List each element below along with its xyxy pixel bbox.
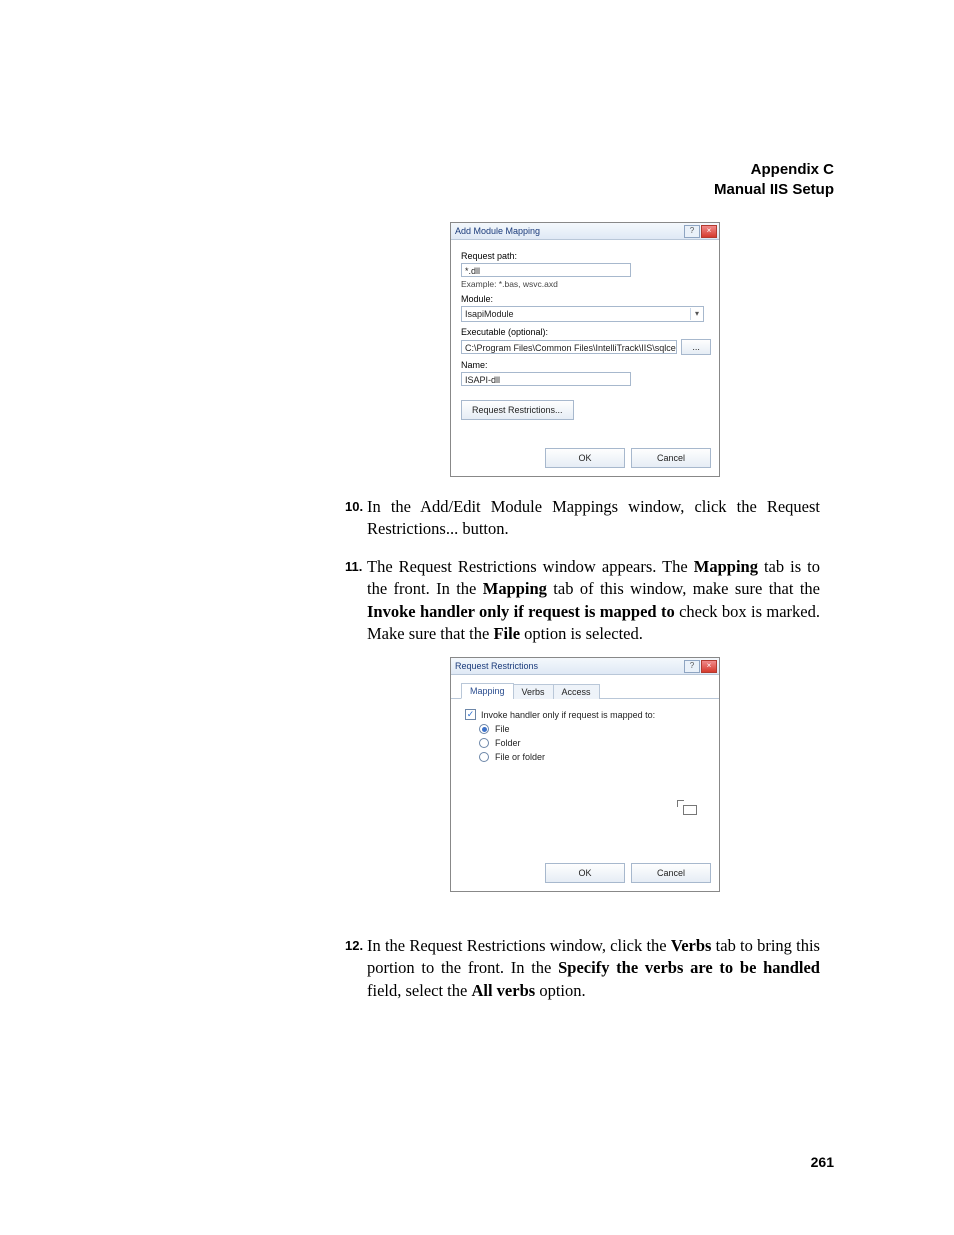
step-12-text: In the Request Restrictions window, clic… [340,935,820,1002]
invoke-handler-label: Invoke handler only if request is mapped… [481,710,655,720]
dialog-title: Request Restrictions [455,661,538,671]
request-path-label: Request path: [461,251,711,261]
step-11-text: The Request Restrictions window appears.… [340,556,820,645]
name-input[interactable]: ISAPI-dll [461,372,631,386]
radio-folder[interactable]: Folder [479,738,707,748]
module-label: Module: [461,294,711,304]
radio-file-or-folder[interactable]: File or folder [479,752,707,762]
page-header: Appendix C Manual IIS Setup [714,160,834,199]
checkbox-icon: ✓ [465,709,476,720]
radio-fileorfolder-label: File or folder [495,752,545,762]
invoke-handler-checkbox-row[interactable]: ✓ Invoke handler only if request is mapp… [465,709,707,720]
dialog-titlebar: Request Restrictions ? × [451,658,719,675]
tab-strip: Mapping Verbs Access [451,675,719,699]
dialog-title: Add Module Mapping [455,226,540,236]
radio-icon [479,752,489,762]
radio-folder-label: Folder [495,738,521,748]
dialog-titlebar: Add Module Mapping ? × [451,223,719,240]
browse-button[interactable]: ... [681,339,711,355]
header-line-2: Manual IIS Setup [714,180,834,200]
tab-verbs[interactable]: Verbs [513,684,554,699]
request-path-hint: Example: *.bas, wsvc.axd [461,279,711,289]
request-restrictions-dialog: Request Restrictions ? × Mapping Verbs A… [450,657,720,892]
module-select[interactable]: IsapiModule ▾ [461,306,704,322]
tab-access[interactable]: Access [553,684,600,699]
help-icon[interactable]: ? [684,660,700,673]
request-path-input[interactable]: *.dll [461,263,631,277]
page-number: 261 [811,1154,834,1170]
step-10-text: In the Add/Edit Module Mappings window, … [340,496,820,541]
executable-input[interactable]: C:\Program Files\Common Files\IntelliTra… [461,340,677,354]
add-module-mapping-dialog: Add Module Mapping ? × Request path: *.d… [450,222,720,477]
request-restrictions-button[interactable]: Request Restrictions... [461,400,574,420]
radio-icon [479,738,489,748]
executable-label: Executable (optional): [461,327,711,337]
cancel-button[interactable]: Cancel [631,863,711,883]
header-line-1: Appendix C [714,160,834,180]
close-icon[interactable]: × [701,225,717,238]
close-icon[interactable]: × [701,660,717,673]
name-label: Name: [461,360,711,370]
cancel-button[interactable]: Cancel [631,448,711,468]
chevron-down-icon: ▾ [690,308,703,320]
radio-file-label: File [495,724,510,734]
tab-mapping[interactable]: Mapping [461,683,514,699]
radio-file[interactable]: File [479,724,707,734]
ok-button[interactable]: OK [545,863,625,883]
ok-button[interactable]: OK [545,448,625,468]
module-value: IsapiModule [465,309,514,319]
radio-icon [479,724,489,734]
resize-handle-icon[interactable] [681,803,701,817]
help-icon[interactable]: ? [684,225,700,238]
